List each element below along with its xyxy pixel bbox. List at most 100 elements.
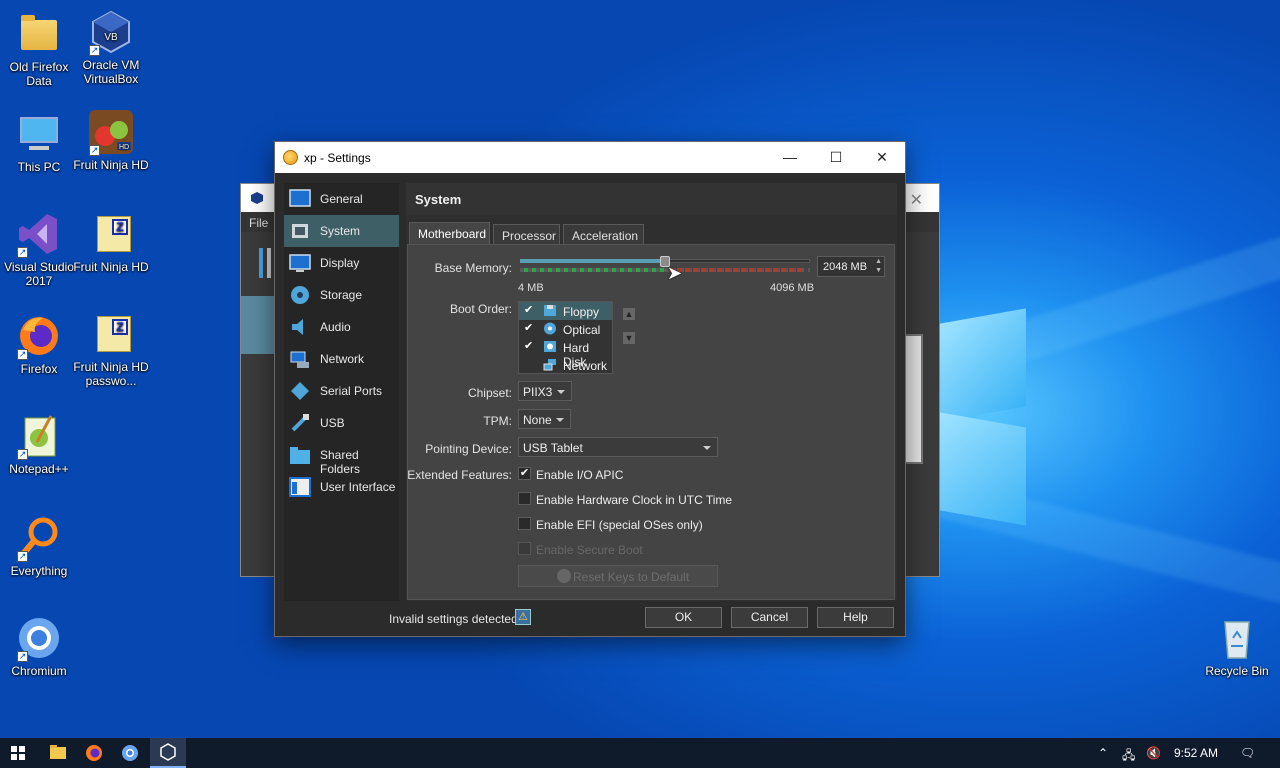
tab-processor[interactable]: Processor xyxy=(493,224,560,244)
start-button[interactable] xyxy=(0,738,36,768)
mouse-cursor-icon: ➤ xyxy=(667,263,683,283)
nav-item-storage[interactable]: Storage xyxy=(284,279,399,311)
nav-item-audio[interactable]: Audio xyxy=(284,311,399,343)
virtualbox-small-icon xyxy=(250,191,264,208)
nav-item-system[interactable]: System xyxy=(284,215,399,247)
zip-archive-icon: Z xyxy=(97,216,131,252)
utc-clock-checkbox[interactable] xyxy=(518,492,531,505)
maximize-icon[interactable]: ☐ xyxy=(813,142,859,173)
close-icon[interactable]: ✕ xyxy=(910,190,923,210)
user-interface-icon xyxy=(289,476,311,498)
windows-logo-wallpaper xyxy=(940,298,1028,534)
memory-max-label: 4096 MB xyxy=(770,282,815,294)
desktop-icon-chromium[interactable]: ↗ Chromium xyxy=(0,614,78,678)
nav-item-general[interactable]: General xyxy=(284,183,399,215)
chromium-icon: ↗ xyxy=(15,614,63,662)
boot-item-floppy[interactable]: ✔ Floppy xyxy=(519,302,612,320)
tab-acceleration[interactable]: Acceleration xyxy=(563,224,644,244)
taskbar-virtualbox[interactable] xyxy=(150,738,186,768)
nav-item-network[interactable]: Network xyxy=(284,343,399,375)
settings-nav: General System Display Storage Audio Net… xyxy=(284,183,399,601)
desktop-icon-virtualbox[interactable]: VB ↗ Oracle VM VirtualBox xyxy=(72,8,150,86)
memory-min-label: 4 MB xyxy=(518,282,544,294)
chromium-icon xyxy=(122,745,138,761)
desktop-icon-this-pc[interactable]: This PC xyxy=(0,110,78,174)
desktop-icon-visual-studio[interactable]: ↗ Visual Studio 2017 xyxy=(0,210,78,288)
settings-titlebar: xp - Settings — ☐ ✕ xyxy=(275,142,905,173)
system-chip-icon xyxy=(289,220,311,242)
move-down-icon[interactable]: ▼ xyxy=(623,332,635,344)
extended-features-label: Extended Features: xyxy=(407,468,512,482)
firefox-icon xyxy=(86,745,102,761)
taskbar-firefox[interactable] xyxy=(76,738,112,768)
menu-file[interactable]: File xyxy=(249,216,268,230)
boot-check[interactable]: ✔ xyxy=(524,340,537,353)
boot-item-network[interactable]: Network xyxy=(519,356,612,374)
network-boot-icon xyxy=(543,358,557,371)
tools-icon[interactable] xyxy=(257,246,273,280)
base-memory-spinbox[interactable]: 2048 MB ▲ ▼ xyxy=(817,256,885,277)
chipset-select[interactable]: PIIX3 xyxy=(518,381,572,401)
fruit-ninja-icon: HD ↗ xyxy=(87,108,135,156)
warning-icon[interactable]: ⚠ xyxy=(515,609,531,625)
taskbar-chromium[interactable] xyxy=(112,738,148,768)
nav-item-shared-folders[interactable]: Shared Folders xyxy=(284,439,399,476)
selected-vm-entry[interactable] xyxy=(241,296,277,354)
tpm-select[interactable]: None xyxy=(518,409,571,429)
notepadpp-icon: ↗ xyxy=(15,412,63,460)
virtualbox-icon: VB ↗ xyxy=(87,8,135,56)
boot-check[interactable]: ✔ xyxy=(524,322,537,335)
everything-search-icon: ↗ xyxy=(15,514,63,562)
boot-order-label: Boot Order: xyxy=(449,302,512,316)
move-up-icon[interactable]: ▲ xyxy=(623,308,635,320)
computer-icon xyxy=(15,110,63,158)
boot-check[interactable]: ✔ xyxy=(524,304,537,317)
show-hidden-icons-icon[interactable]: ⌃ xyxy=(1098,746,1108,760)
network-tray-icon[interactable]: 🖧 xyxy=(1122,746,1135,767)
desktop-icon-old-firefox-data[interactable]: Old Firefox Data xyxy=(0,10,78,88)
recycle-bin-icon xyxy=(1213,614,1261,662)
nav-item-serial-ports[interactable]: Serial Ports xyxy=(284,375,399,407)
desktop-icon-everything[interactable]: ↗ Everything xyxy=(0,514,78,578)
nav-item-usb[interactable]: USB xyxy=(284,407,399,439)
pointing-device-label: Pointing Device: xyxy=(425,442,512,456)
display-icon xyxy=(289,252,311,274)
boot-item-hard-disk[interactable]: ✔ Hard Disk xyxy=(519,338,612,369)
efi-checkbox[interactable] xyxy=(518,517,531,530)
utc-clock-label: Enable Hardware Clock in UTC Time xyxy=(536,493,733,507)
boot-item-optical[interactable]: ✔ Optical xyxy=(519,320,612,338)
desktop-icon-fruit-ninja-password[interactable]: Z Fruit Ninja HD passwo... xyxy=(72,310,150,388)
cancel-button[interactable]: Cancel xyxy=(731,607,808,628)
optical-disc-icon xyxy=(543,322,557,335)
audio-icon xyxy=(289,316,311,338)
ok-button[interactable]: OK xyxy=(645,607,722,628)
tab-motherboard[interactable]: Motherboard xyxy=(409,222,490,244)
nav-item-user-interface[interactable]: User Interface xyxy=(284,471,399,503)
base-memory-slider[interactable] xyxy=(520,256,810,277)
storage-icon xyxy=(289,284,311,306)
minimize-icon[interactable]: — xyxy=(767,142,813,173)
desktop-icon-fruit-ninja[interactable]: HD ↗ Fruit Ninja HD xyxy=(72,108,150,172)
close-icon[interactable]: ✕ xyxy=(859,142,905,173)
clock[interactable]: 9:52 AM xyxy=(1174,746,1218,760)
taskbar-file-explorer[interactable] xyxy=(40,738,76,768)
boot-order-list[interactable]: ✔ Floppy ✔ Optical ✔ Hard Disk Network xyxy=(518,301,613,374)
pointing-device-select[interactable]: USB Tablet xyxy=(518,437,718,457)
spin-arrows-icon[interactable]: ▲ ▼ xyxy=(875,257,882,275)
io-apic-label: Enable I/O APIC xyxy=(536,468,624,482)
desktop-icon-recycle-bin[interactable]: Recycle Bin xyxy=(1198,614,1276,678)
help-button[interactable]: Help xyxy=(817,607,894,628)
desktop-icon-notepadpp[interactable]: ↗ Notepad++ xyxy=(0,412,78,476)
boot-check[interactable] xyxy=(524,358,537,371)
network-icon xyxy=(289,348,311,370)
svg-text:VB: VB xyxy=(104,32,118,43)
file-explorer-icon xyxy=(50,745,66,759)
notification-icon[interactable]: 🗨 xyxy=(1240,746,1255,760)
reset-keys-button: Reset Keys to Default xyxy=(518,565,718,587)
nav-item-display[interactable]: Display xyxy=(284,247,399,279)
io-apic-checkbox[interactable]: ✔ xyxy=(518,467,531,480)
desktop-icon-fruit-ninja-zip[interactable]: Z Fruit Ninja HD xyxy=(72,210,150,274)
zip-archive-icon: Z xyxy=(97,316,131,352)
desktop-icon-firefox[interactable]: ↗ Firefox xyxy=(0,312,78,376)
volume-muted-icon[interactable]: 🔇 xyxy=(1146,746,1161,760)
